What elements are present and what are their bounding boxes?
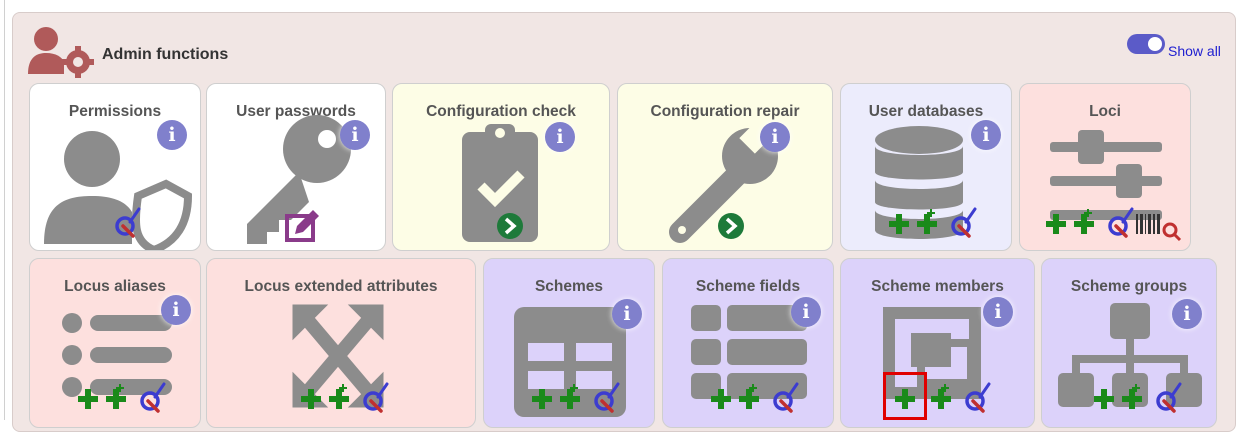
info-icon[interactable]: i xyxy=(791,297,821,327)
list-icon xyxy=(62,313,172,397)
panel-title: Admin functions xyxy=(102,46,229,63)
info-icon[interactable]: i xyxy=(983,297,1013,327)
add-scheme-member-highlight[interactable] xyxy=(883,372,927,420)
key-icon xyxy=(283,115,351,183)
card-user-databases[interactable]: User databases i xyxy=(840,83,1012,251)
go-icon xyxy=(718,213,744,239)
card-configuration-repair[interactable]: Configuration repair i xyxy=(617,83,833,251)
show-all-label[interactable]: Show all xyxy=(1168,43,1221,59)
user-shield-icon xyxy=(64,131,120,187)
batch-add-icon xyxy=(329,384,349,409)
card-user-passwords[interactable]: User passwords i xyxy=(206,83,386,251)
card-scheme-fields[interactable]: Scheme fields i xyxy=(662,258,834,428)
edit-icon xyxy=(285,210,319,242)
card-configuration-check[interactable]: Configuration check i xyxy=(392,83,610,251)
info-icon[interactable]: i xyxy=(612,299,642,329)
info-icon[interactable]: i xyxy=(1172,299,1202,329)
th-list-icon xyxy=(691,305,807,399)
info-icon[interactable]: i xyxy=(971,120,1001,150)
info-icon[interactable]: i xyxy=(760,122,790,152)
info-icon[interactable]: i xyxy=(340,120,370,150)
left-divider xyxy=(4,0,5,420)
user-cog-icon xyxy=(28,27,94,78)
card-scheme-members[interactable]: Scheme members i xyxy=(840,258,1035,428)
go-icon xyxy=(497,213,523,239)
card-permissions[interactable]: Permissions i xyxy=(29,83,201,251)
card-locus-aliases[interactable]: Locus aliases i xyxy=(29,258,201,428)
card-locus-extended-attributes[interactable]: Locus extended attributes xyxy=(206,258,476,428)
sliders-icon xyxy=(1050,130,1162,220)
card-schemes[interactable]: Schemes i xyxy=(483,258,655,428)
info-icon[interactable]: i xyxy=(545,122,575,152)
show-all-toggle[interactable] xyxy=(1127,34,1165,54)
add-icon xyxy=(1094,389,1114,409)
info-icon[interactable]: i xyxy=(161,295,191,325)
barcode-search-icon xyxy=(1136,214,1182,242)
toggle-knob xyxy=(1148,37,1162,51)
card-scheme-groups[interactable]: Scheme groups i xyxy=(1041,258,1217,428)
info-icon[interactable]: i xyxy=(157,120,187,150)
card-loci[interactable]: Loci xyxy=(1019,83,1191,251)
